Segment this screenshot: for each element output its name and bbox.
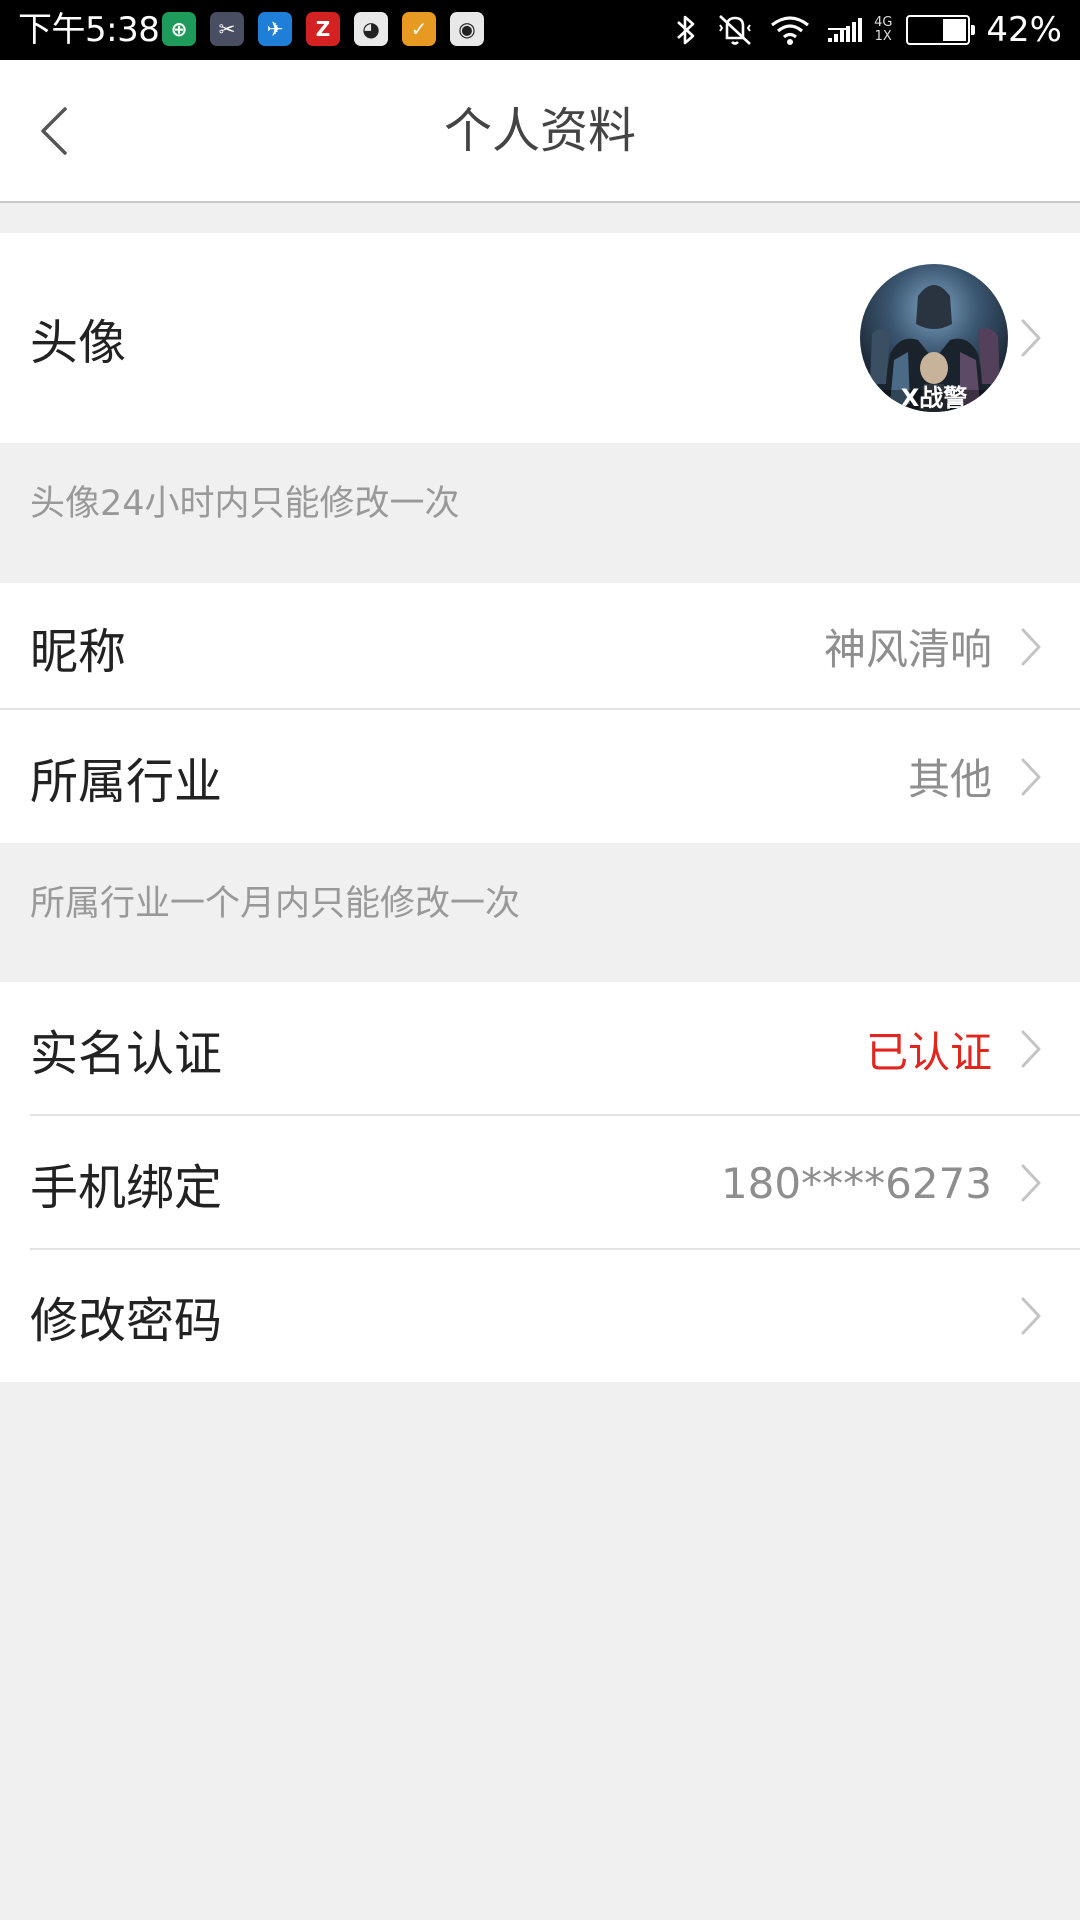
bird-app-icon: ✈ [258, 12, 292, 46]
chevron-right-icon [1016, 233, 1046, 443]
vibrate-mute-icon [716, 12, 754, 48]
page-title: 个人资料 [443, 103, 636, 159]
avatar-hint: 头像24小时内只能修改一次 [30, 484, 460, 524]
status-bar: 下午5:38 ⊕ ✂ ✈ Z ◕ ✓ ◉ 4G 1X 42% [0, 0, 1080, 60]
avatar-caption: X战警 [900, 384, 968, 412]
notification-app-icons: ⊕ ✂ ✈ Z ◕ ✓ ◉ [162, 12, 498, 48]
avatar[interactable]: X战警 [860, 264, 1008, 412]
change-password-label: 修改密码 [30, 1293, 223, 1349]
realname-label: 实名认证 [30, 1026, 223, 1082]
penguin-app-icon: ◕ [354, 12, 388, 46]
broom-app-icon: ✓ [402, 12, 436, 46]
network-sub-label: 1X [874, 29, 892, 44]
signal-icon [828, 16, 868, 44]
nickname-value: 神风清响 [823, 625, 992, 674]
bluetooth-icon [674, 13, 698, 47]
realname-verification-row[interactable]: 实名认证 已认证 [0, 982, 1080, 1116]
scissors-app-icon: ✂ [210, 12, 244, 46]
shield-app-icon: ⊕ [162, 12, 196, 46]
network-type: 4G 1X [874, 16, 892, 44]
status-time: 下午5:38 [18, 10, 160, 50]
nickname-row[interactable]: 昵称 神风清响 [0, 583, 1080, 710]
browser-app-icon: ◉ [450, 12, 484, 46]
avatar-row-label: 头像 [30, 315, 127, 371]
nickname-label: 昵称 [30, 623, 127, 680]
battery-icon [906, 15, 976, 45]
phone-number-value: 180****6273 [720, 1158, 992, 1208]
phone-label: 手机绑定 [30, 1160, 223, 1216]
chevron-right-icon [1016, 710, 1046, 843]
chevron-right-icon [1016, 583, 1046, 710]
battery-level-fill [942, 19, 967, 41]
wifi-icon [770, 15, 810, 45]
avatar-row[interactable]: 头像 X战警 [0, 233, 1080, 443]
network-label: 4G [874, 15, 893, 30]
battery-percent: 42% [986, 10, 1062, 50]
chevron-right-icon [1016, 982, 1046, 1116]
industry-label: 所属行业 [30, 753, 223, 810]
industry-value: 其他 [907, 755, 992, 804]
z-app-icon: Z [306, 12, 340, 46]
change-password-row[interactable]: 修改密码 [0, 1250, 1080, 1382]
phone-binding-row[interactable]: 手机绑定 180****6273 [0, 1116, 1080, 1250]
status-indicators: 4G 1X 42% [674, 0, 1062, 60]
industry-hint: 所属行业一个月内只能修改一次 [30, 884, 521, 924]
chevron-right-icon [1016, 1250, 1046, 1382]
nav-bar: 个人资料 [0, 60, 1080, 203]
chevron-right-icon [1016, 1116, 1046, 1250]
verification-status: 已认证 [865, 1027, 992, 1077]
industry-row[interactable]: 所属行业 其他 [0, 710, 1080, 843]
